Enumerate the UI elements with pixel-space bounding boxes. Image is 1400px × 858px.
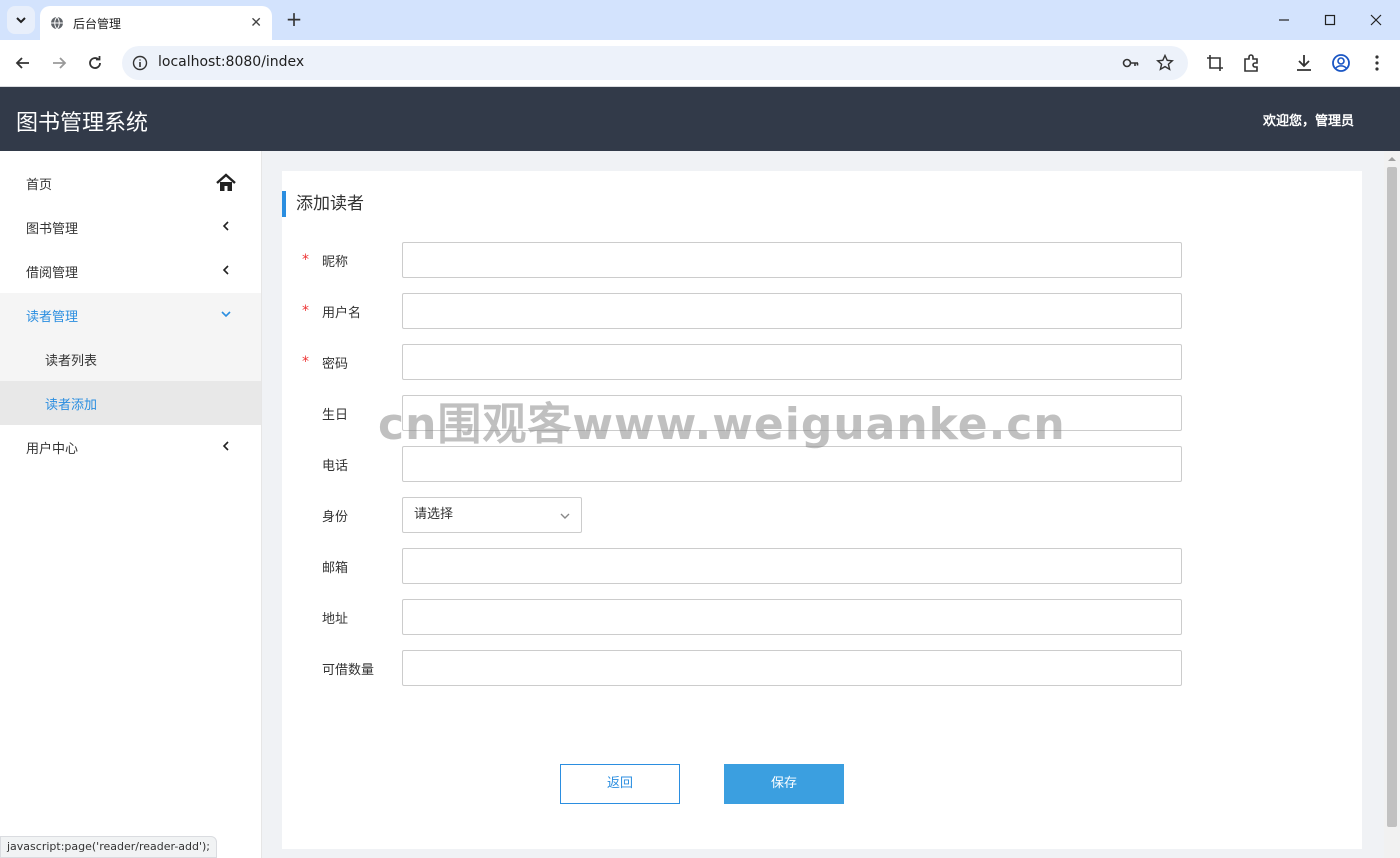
page-title: 添加读者: [282, 191, 364, 217]
borrow-limit-input[interactable]: [402, 650, 1182, 686]
main-content: 添加读者 * 昵称 * 用户名 * 密码 生日 电话 身份 请选择 邮箱 地址 …: [262, 151, 1384, 858]
chevron-left-icon: [222, 441, 229, 451]
sidebar-item-label: 读者列表: [45, 353, 98, 369]
scroll-up-icon[interactable]: [1388, 155, 1396, 163]
sidebar-item-label: 用户中心: [26, 441, 79, 457]
sidebar-item-label: 图书管理: [26, 221, 79, 237]
key-icon[interactable]: [1122, 54, 1140, 72]
extensions-icon[interactable]: [1241, 53, 1261, 73]
field-label: 邮箱: [322, 561, 349, 576]
tab-close-icon[interactable]: ✕: [250, 15, 262, 31]
tab-title: 后台管理: [73, 16, 122, 31]
field-address: 地址: [282, 599, 1362, 635]
browser-toolbar: localhost:8080/index: [0, 40, 1400, 87]
sidebar-item-label: 读者管理: [26, 309, 79, 325]
field-label: 生日: [322, 408, 349, 423]
required-mark: *: [302, 354, 309, 370]
field-label: 用户名: [322, 306, 362, 321]
form-card: 添加读者 * 昵称 * 用户名 * 密码 生日 电话 身份 请选择 邮箱 地址 …: [282, 171, 1362, 849]
chevron-down-icon: [16, 17, 26, 24]
scrollbar-thumb[interactable]: [1387, 167, 1397, 827]
chevron-left-icon: [222, 221, 229, 231]
sidebar-item-label: 读者添加: [45, 397, 98, 413]
field-label: 可借数量: [322, 663, 375, 678]
chevron-down-icon: [221, 311, 231, 318]
globe-icon: [51, 16, 63, 30]
field-password: * 密码: [282, 344, 1362, 380]
kebab-menu-icon[interactable]: [1367, 53, 1387, 73]
sidebar-item-reader-add[interactable]: 读者添加: [0, 381, 261, 425]
identity-select[interactable]: 请选择: [402, 497, 582, 533]
back-button[interactable]: 返回: [560, 764, 680, 804]
welcome-text[interactable]: 欢迎您，管理员: [1263, 110, 1354, 129]
field-label: 电话: [322, 459, 349, 474]
window-close-icon[interactable]: [1366, 10, 1386, 30]
username-input[interactable]: [402, 293, 1182, 329]
new-tab-button[interactable]: +: [283, 8, 305, 30]
field-label: 密码: [322, 357, 349, 372]
required-mark: *: [302, 252, 309, 268]
field-borrow-limit: 可借数量: [282, 650, 1362, 686]
field-username: * 用户名: [282, 293, 1362, 329]
field-label: 身份: [322, 510, 349, 525]
field-nickname: * 昵称: [282, 242, 1362, 278]
email-input[interactable]: [402, 548, 1182, 584]
sidebar-item-label: 借阅管理: [26, 265, 79, 281]
select-value: 请选择: [414, 507, 454, 522]
required-mark: *: [302, 303, 309, 319]
download-icon[interactable]: [1294, 53, 1314, 73]
tab-search-button[interactable]: [7, 6, 35, 34]
browser-tabbar: 后台管理 ✕ +: [0, 0, 1400, 40]
reload-icon[interactable]: [84, 52, 106, 74]
watermark-text: cn围观客www.weiguanke.cn: [378, 399, 1066, 450]
field-label: 昵称: [322, 255, 349, 270]
address-input[interactable]: [402, 599, 1182, 635]
back-icon[interactable]: [12, 52, 34, 74]
field-label: 地址: [322, 612, 349, 627]
chevron-down-icon: [560, 513, 570, 519]
star-icon[interactable]: [1156, 54, 1174, 72]
sidebar-item-user-center[interactable]: 用户中心: [0, 425, 261, 469]
field-email: 邮箱: [282, 548, 1362, 584]
app-header: 图书管理系统 欢迎您，管理员: [0, 87, 1400, 151]
minimize-icon[interactable]: [1274, 10, 1294, 30]
url-text[interactable]: localhost:8080/index: [158, 54, 304, 70]
sidebar-item-borrow[interactable]: 借阅管理: [0, 249, 261, 293]
browser-tab[interactable]: 后台管理 ✕: [40, 6, 272, 40]
sidebar-item-label: 首页: [26, 177, 53, 193]
status-url-tooltip: javascript:page('reader/reader-add');: [0, 836, 218, 858]
app-title: 图书管理系统: [16, 111, 149, 136]
page-scrollbar[interactable]: [1384, 151, 1400, 858]
maximize-icon[interactable]: [1320, 10, 1340, 30]
sidebar: 首页 图书管理 借阅管理 读者管理 读者列表 读者添加 用户中心: [0, 151, 262, 858]
save-button[interactable]: 保存: [724, 764, 844, 804]
crop-icon[interactable]: [1205, 53, 1225, 73]
nickname-input[interactable]: [402, 242, 1182, 278]
sidebar-item-readers[interactable]: 读者管理: [0, 293, 261, 337]
site-info-icon[interactable]: [132, 55, 148, 71]
forward-icon[interactable]: [48, 52, 70, 74]
sidebar-item-home[interactable]: 首页: [0, 161, 261, 205]
profile-icon[interactable]: [1331, 53, 1351, 73]
home-icon: [216, 173, 236, 191]
chevron-left-icon: [222, 265, 229, 275]
address-bar[interactable]: localhost:8080/index: [122, 46, 1188, 80]
password-input[interactable]: [402, 344, 1182, 380]
sidebar-item-reader-list[interactable]: 读者列表: [0, 337, 261, 381]
field-identity: 身份 请选择: [282, 497, 1362, 533]
sidebar-item-books[interactable]: 图书管理: [0, 205, 261, 249]
